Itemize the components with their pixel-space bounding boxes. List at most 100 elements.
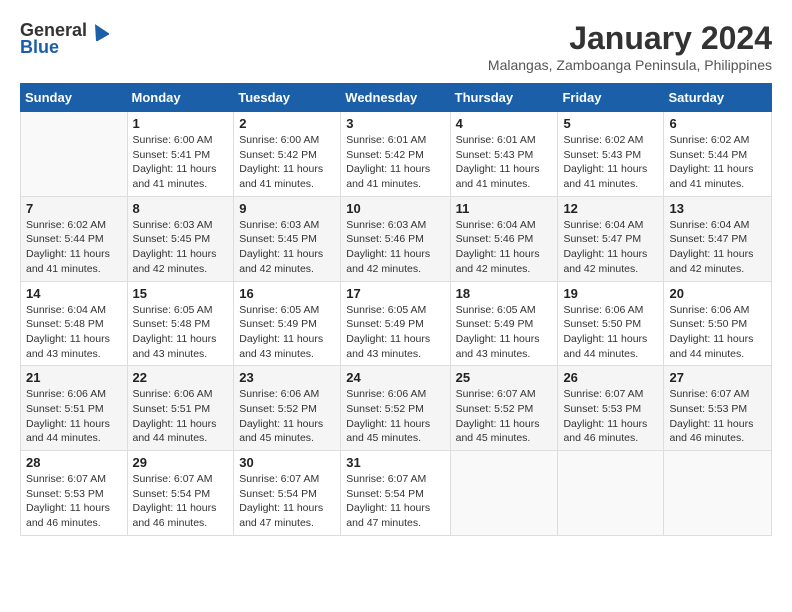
day-info: Sunrise: 6:02 AMSunset: 5:44 PMDaylight:…	[26, 218, 122, 277]
calendar-week-row: 28 Sunrise: 6:07 AMSunset: 5:53 PMDaylig…	[21, 451, 772, 536]
day-number: 28	[26, 455, 122, 470]
col-thursday: Thursday	[450, 84, 558, 112]
day-info: Sunrise: 6:06 AMSunset: 5:52 PMDaylight:…	[239, 387, 335, 446]
calendar-week-row: 21 Sunrise: 6:06 AMSunset: 5:51 PMDaylig…	[21, 366, 772, 451]
table-row: 20 Sunrise: 6:06 AMSunset: 5:50 PMDaylig…	[664, 281, 772, 366]
col-monday: Monday	[127, 84, 234, 112]
table-row: 25 Sunrise: 6:07 AMSunset: 5:52 PMDaylig…	[450, 366, 558, 451]
day-number: 14	[26, 286, 122, 301]
day-info: Sunrise: 6:07 AMSunset: 5:54 PMDaylight:…	[133, 472, 229, 531]
day-info: Sunrise: 6:04 AMSunset: 5:47 PMDaylight:…	[563, 218, 658, 277]
day-info: Sunrise: 6:03 AMSunset: 5:46 PMDaylight:…	[346, 218, 444, 277]
day-number: 13	[669, 201, 766, 216]
day-info: Sunrise: 6:05 AMSunset: 5:48 PMDaylight:…	[133, 303, 229, 362]
day-number: 1	[133, 116, 229, 131]
table-row	[450, 451, 558, 536]
table-row: 7 Sunrise: 6:02 AMSunset: 5:44 PMDayligh…	[21, 196, 128, 281]
day-info: Sunrise: 6:06 AMSunset: 5:51 PMDaylight:…	[133, 387, 229, 446]
day-number: 31	[346, 455, 444, 470]
day-info: Sunrise: 6:02 AMSunset: 5:44 PMDaylight:…	[669, 133, 766, 192]
calendar-week-row: 1 Sunrise: 6:00 AMSunset: 5:41 PMDayligh…	[21, 112, 772, 197]
day-info: Sunrise: 6:04 AMSunset: 5:46 PMDaylight:…	[456, 218, 553, 277]
table-row: 30 Sunrise: 6:07 AMSunset: 5:54 PMDaylig…	[234, 451, 341, 536]
table-row: 21 Sunrise: 6:06 AMSunset: 5:51 PMDaylig…	[21, 366, 128, 451]
logo-icon	[89, 21, 109, 41]
day-number: 5	[563, 116, 658, 131]
table-row: 8 Sunrise: 6:03 AMSunset: 5:45 PMDayligh…	[127, 196, 234, 281]
calendar-title: January 2024	[488, 20, 772, 57]
table-row: 6 Sunrise: 6:02 AMSunset: 5:44 PMDayligh…	[664, 112, 772, 197]
table-row: 13 Sunrise: 6:04 AMSunset: 5:47 PMDaylig…	[664, 196, 772, 281]
header: General Blue January 2024 Malangas, Zamb…	[20, 20, 772, 73]
table-row: 5 Sunrise: 6:02 AMSunset: 5:43 PMDayligh…	[558, 112, 664, 197]
calendar-week-row: 14 Sunrise: 6:04 AMSunset: 5:48 PMDaylig…	[21, 281, 772, 366]
day-number: 9	[239, 201, 335, 216]
calendar-table: Sunday Monday Tuesday Wednesday Thursday…	[20, 83, 772, 536]
table-row: 2 Sunrise: 6:00 AMSunset: 5:42 PMDayligh…	[234, 112, 341, 197]
day-info: Sunrise: 6:00 AMSunset: 5:42 PMDaylight:…	[239, 133, 335, 192]
day-info: Sunrise: 6:01 AMSunset: 5:43 PMDaylight:…	[456, 133, 553, 192]
day-info: Sunrise: 6:07 AMSunset: 5:54 PMDaylight:…	[346, 472, 444, 531]
day-info: Sunrise: 6:06 AMSunset: 5:51 PMDaylight:…	[26, 387, 122, 446]
day-number: 29	[133, 455, 229, 470]
table-row	[558, 451, 664, 536]
day-number: 24	[346, 370, 444, 385]
day-number: 3	[346, 116, 444, 131]
table-row: 28 Sunrise: 6:07 AMSunset: 5:53 PMDaylig…	[21, 451, 128, 536]
day-info: Sunrise: 6:05 AMSunset: 5:49 PMDaylight:…	[456, 303, 553, 362]
day-number: 25	[456, 370, 553, 385]
day-number: 4	[456, 116, 553, 131]
day-number: 19	[563, 286, 658, 301]
day-info: Sunrise: 6:03 AMSunset: 5:45 PMDaylight:…	[133, 218, 229, 277]
table-row: 31 Sunrise: 6:07 AMSunset: 5:54 PMDaylig…	[341, 451, 450, 536]
table-row: 4 Sunrise: 6:01 AMSunset: 5:43 PMDayligh…	[450, 112, 558, 197]
table-row: 12 Sunrise: 6:04 AMSunset: 5:47 PMDaylig…	[558, 196, 664, 281]
table-row: 29 Sunrise: 6:07 AMSunset: 5:54 PMDaylig…	[127, 451, 234, 536]
day-number: 23	[239, 370, 335, 385]
day-number: 20	[669, 286, 766, 301]
table-row	[21, 112, 128, 197]
day-info: Sunrise: 6:04 AMSunset: 5:48 PMDaylight:…	[26, 303, 122, 362]
table-row: 9 Sunrise: 6:03 AMSunset: 5:45 PMDayligh…	[234, 196, 341, 281]
day-number: 27	[669, 370, 766, 385]
day-number: 2	[239, 116, 335, 131]
day-info: Sunrise: 6:02 AMSunset: 5:43 PMDaylight:…	[563, 133, 658, 192]
table-row: 14 Sunrise: 6:04 AMSunset: 5:48 PMDaylig…	[21, 281, 128, 366]
table-row: 10 Sunrise: 6:03 AMSunset: 5:46 PMDaylig…	[341, 196, 450, 281]
table-row: 3 Sunrise: 6:01 AMSunset: 5:42 PMDayligh…	[341, 112, 450, 197]
table-row: 23 Sunrise: 6:06 AMSunset: 5:52 PMDaylig…	[234, 366, 341, 451]
title-area: January 2024 Malangas, Zamboanga Peninsu…	[488, 20, 772, 73]
day-info: Sunrise: 6:00 AMSunset: 5:41 PMDaylight:…	[133, 133, 229, 192]
table-row: 11 Sunrise: 6:04 AMSunset: 5:46 PMDaylig…	[450, 196, 558, 281]
table-row: 19 Sunrise: 6:06 AMSunset: 5:50 PMDaylig…	[558, 281, 664, 366]
day-number: 10	[346, 201, 444, 216]
table-row: 1 Sunrise: 6:00 AMSunset: 5:41 PMDayligh…	[127, 112, 234, 197]
day-info: Sunrise: 6:07 AMSunset: 5:53 PMDaylight:…	[563, 387, 658, 446]
day-info: Sunrise: 6:01 AMSunset: 5:42 PMDaylight:…	[346, 133, 444, 192]
col-tuesday: Tuesday	[234, 84, 341, 112]
day-info: Sunrise: 6:06 AMSunset: 5:50 PMDaylight:…	[563, 303, 658, 362]
table-row: 24 Sunrise: 6:06 AMSunset: 5:52 PMDaylig…	[341, 366, 450, 451]
col-saturday: Saturday	[664, 84, 772, 112]
table-row: 22 Sunrise: 6:06 AMSunset: 5:51 PMDaylig…	[127, 366, 234, 451]
calendar-week-row: 7 Sunrise: 6:02 AMSunset: 5:44 PMDayligh…	[21, 196, 772, 281]
day-number: 12	[563, 201, 658, 216]
day-number: 18	[456, 286, 553, 301]
table-row: 27 Sunrise: 6:07 AMSunset: 5:53 PMDaylig…	[664, 366, 772, 451]
day-number: 26	[563, 370, 658, 385]
day-info: Sunrise: 6:04 AMSunset: 5:47 PMDaylight:…	[669, 218, 766, 277]
table-row: 18 Sunrise: 6:05 AMSunset: 5:49 PMDaylig…	[450, 281, 558, 366]
day-info: Sunrise: 6:07 AMSunset: 5:52 PMDaylight:…	[456, 387, 553, 446]
table-row: 15 Sunrise: 6:05 AMSunset: 5:48 PMDaylig…	[127, 281, 234, 366]
day-info: Sunrise: 6:06 AMSunset: 5:52 PMDaylight:…	[346, 387, 444, 446]
day-number: 15	[133, 286, 229, 301]
col-friday: Friday	[558, 84, 664, 112]
day-number: 6	[669, 116, 766, 131]
day-number: 7	[26, 201, 122, 216]
day-number: 16	[239, 286, 335, 301]
day-number: 8	[133, 201, 229, 216]
table-row: 16 Sunrise: 6:05 AMSunset: 5:49 PMDaylig…	[234, 281, 341, 366]
calendar-header-row: Sunday Monday Tuesday Wednesday Thursday…	[21, 84, 772, 112]
table-row: 17 Sunrise: 6:05 AMSunset: 5:49 PMDaylig…	[341, 281, 450, 366]
day-number: 30	[239, 455, 335, 470]
